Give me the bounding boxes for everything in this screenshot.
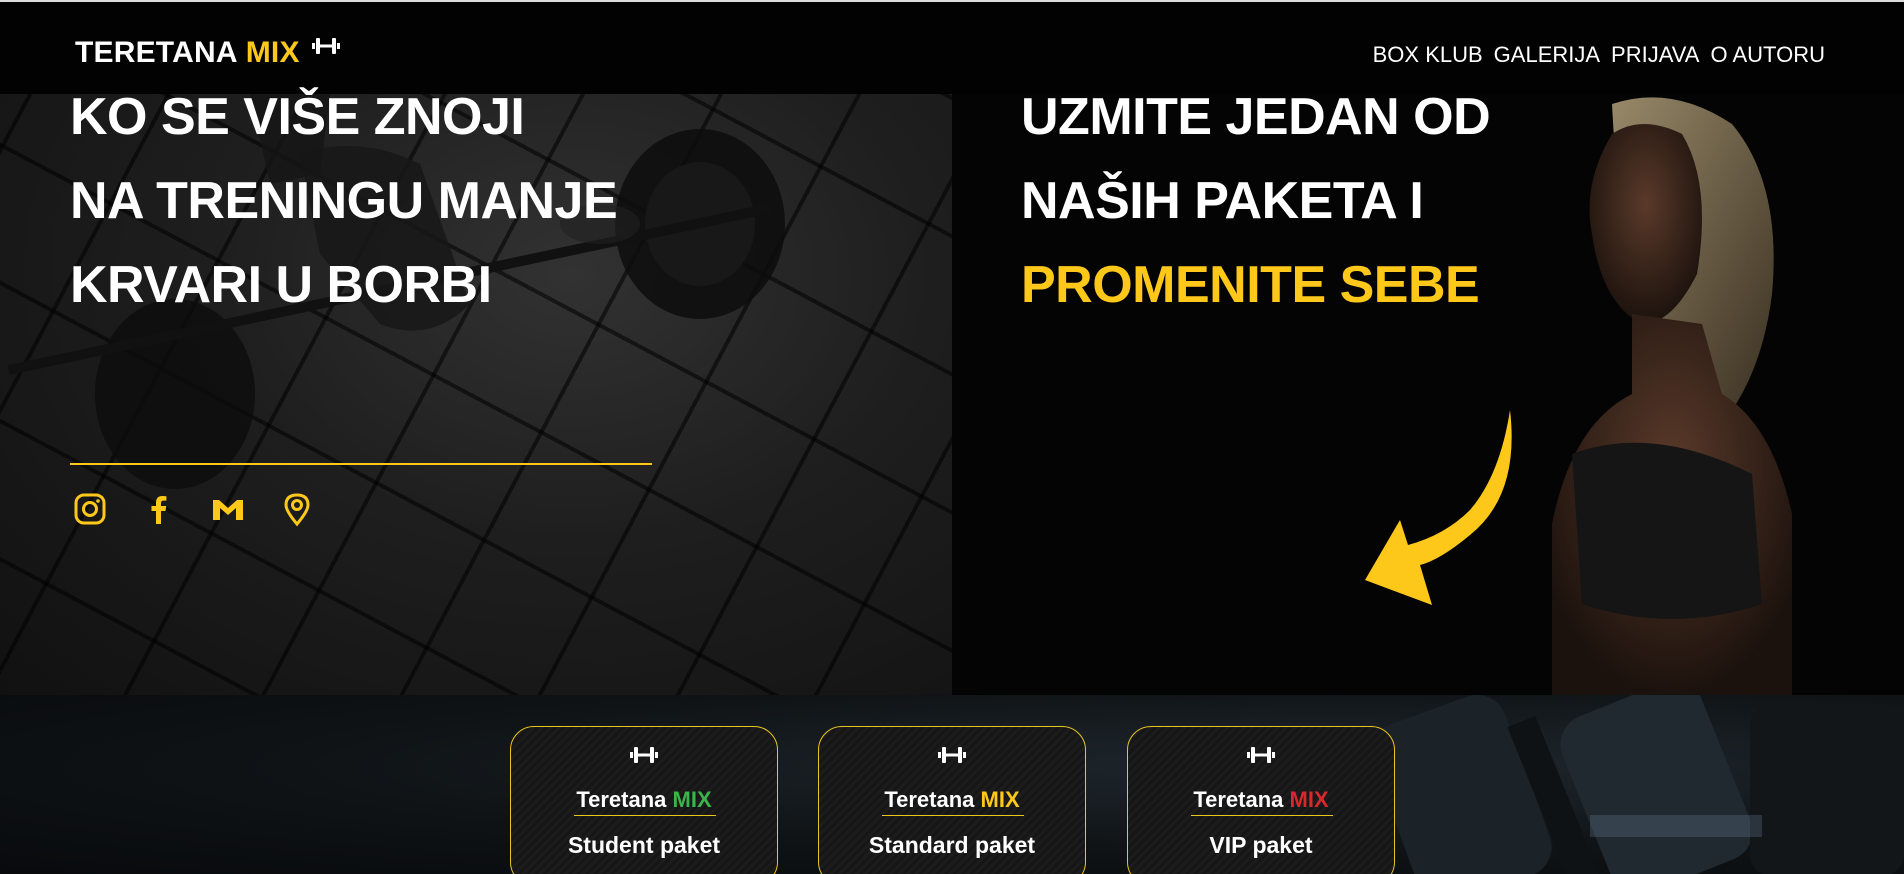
- package-name: VIP paket: [1209, 832, 1313, 858]
- card-brand: Teretana MIX: [511, 787, 777, 813]
- nav-galerija[interactable]: GALERIJA: [1494, 42, 1600, 68]
- package-card-vip[interactable]: Teretana MIX VIP paket: [1127, 726, 1395, 874]
- headline-highlight: PROMENITE SEBE: [1021, 256, 1480, 314]
- headline-line: KO SE VIŠE ZNOJI: [70, 88, 525, 146]
- card-brand: Teretana MIX: [1128, 787, 1394, 813]
- social-links: [72, 491, 315, 527]
- nav-box-klub[interactable]: BOX KLUB: [1373, 42, 1483, 68]
- ghost-label: [1590, 815, 1762, 837]
- hero-right-headline: UZMITE JEDAN OD NAŠIH PAKETA I PROMENITE…: [1021, 75, 1491, 327]
- card-divider: [1191, 815, 1333, 816]
- headline-line: NA TRENINGU MANJE: [70, 172, 618, 230]
- nav-o-autoru[interactable]: O AUTORU: [1710, 42, 1825, 68]
- dumbbell-icon: [630, 745, 658, 770]
- gmail-icon[interactable]: [210, 491, 246, 527]
- dumbbell-icon: [1247, 745, 1275, 770]
- dumbbell-icon: [311, 30, 340, 64]
- location-icon[interactable]: [279, 491, 315, 527]
- hero-left-headline: KO SE VIŠE ZNOJI NA TRENINGU MANJE KRVAR…: [70, 75, 618, 327]
- card-brand-word: Teretana: [576, 787, 667, 812]
- hero-divider: [70, 463, 652, 465]
- nav-prijava[interactable]: PRIJAVA: [1611, 42, 1699, 68]
- main-nav: BOX KLUB GALERIJA PRIJAVA O AUTORU: [1373, 42, 1825, 68]
- package-card-student[interactable]: Teretana MIX Student paket: [510, 726, 778, 874]
- brand-word: TERETANA: [75, 36, 238, 69]
- instagram-icon[interactable]: [72, 491, 108, 527]
- card-brand: Teretana MIX: [819, 787, 1085, 813]
- curved-arrow-icon: [1365, 410, 1512, 605]
- brand-accent: MIX: [245, 36, 300, 69]
- dumbbell-icon: [938, 745, 966, 770]
- headline-line: KRVARI U BORBI: [70, 256, 492, 314]
- card-brand-word: Teretana: [1193, 787, 1284, 812]
- package-name: Student paket: [567, 832, 721, 858]
- headline-line: UZMITE JEDAN OD: [1021, 88, 1491, 146]
- card-brand-accent: MIX: [672, 787, 712, 812]
- card-brand-accent: MIX: [1289, 787, 1329, 812]
- card-divider: [882, 815, 1024, 816]
- brand-logo[interactable]: TERETANA MIX: [75, 36, 340, 70]
- card-divider: [574, 815, 716, 816]
- card-brand-accent: MIX: [980, 787, 1020, 812]
- card-brand-word: Teretana: [884, 787, 975, 812]
- headline-line: NAŠIH PAKETA I: [1021, 172, 1424, 230]
- package-name: Standard paket: [868, 832, 1036, 858]
- package-card-standard[interactable]: Teretana MIX Standard paket: [818, 726, 1086, 874]
- facebook-icon[interactable]: [141, 491, 177, 527]
